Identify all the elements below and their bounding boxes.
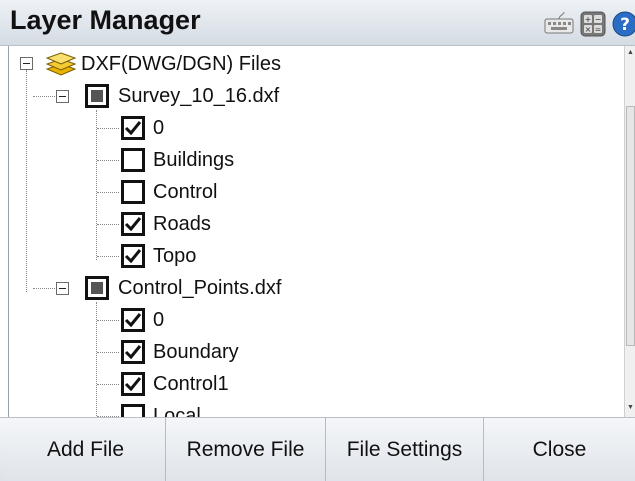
layer-checkbox-checked[interactable] — [121, 372, 145, 396]
layer-label: Local — [153, 405, 201, 417]
tree-connector — [97, 128, 119, 129]
layer-checkbox-checked[interactable] — [121, 212, 145, 236]
collapse-icon[interactable] — [20, 57, 33, 70]
layer-checkbox-unchecked[interactable] — [121, 148, 145, 172]
collapse-icon[interactable] — [56, 282, 69, 295]
svg-text:=: = — [595, 25, 602, 34]
scroll-down-icon[interactable]: ▼ — [627, 404, 634, 412]
file-label: Survey_10_16.dxf — [118, 85, 280, 107]
help-icon[interactable]: ? — [612, 11, 635, 42]
tree-connector — [97, 160, 119, 161]
scroll-thumb[interactable] — [626, 106, 635, 346]
tree-connector — [26, 70, 27, 292]
title-bar: Layer Manager + − × = ? — [0, 0, 635, 46]
tree-connector — [97, 192, 119, 193]
file-label: Control_Points.dxf — [118, 277, 282, 299]
layer-label: Buildings — [153, 149, 235, 171]
remove-file-button[interactable]: Remove File — [166, 418, 326, 481]
layers-icon — [45, 50, 77, 83]
layer-checkbox-checked[interactable] — [121, 244, 145, 268]
layer-label: 0 — [153, 309, 165, 331]
file-checkbox[interactable] — [85, 276, 109, 300]
tree-root-label: DXF(DWG/DGN) Files — [81, 53, 281, 75]
svg-text:+: + — [585, 15, 592, 24]
layer-label: Control — [153, 181, 218, 203]
add-file-button[interactable]: Add File — [6, 418, 166, 481]
calculator-icon[interactable]: + − × = — [580, 11, 606, 42]
layer-label: Roads — [153, 213, 211, 235]
layer-label: Control1 — [153, 373, 229, 395]
close-button[interactable]: Close — [484, 418, 635, 481]
collapse-icon[interactable] — [56, 90, 69, 103]
tree-connector — [97, 352, 119, 353]
layer-label: Boundary — [153, 341, 239, 363]
scroll-up-icon[interactable]: ▲ — [627, 49, 634, 57]
keyboard-icon[interactable] — [544, 11, 574, 40]
file-checkbox[interactable] — [85, 84, 109, 108]
layer-checkbox-checked[interactable] — [121, 308, 145, 332]
svg-text:×: × — [585, 25, 592, 34]
svg-text:?: ? — [620, 15, 630, 35]
layer-checkbox-unchecked[interactable] — [121, 180, 145, 204]
file-settings-button[interactable]: File Settings — [326, 418, 484, 481]
tree-connector — [97, 320, 119, 321]
tree-connector — [33, 96, 57, 97]
layer-checkbox-unchecked[interactable] — [121, 404, 145, 417]
layer-checkbox-checked[interactable] — [121, 116, 145, 140]
layer-tree[interactable]: DXF(DWG/DGN) Files Survey_10_16.dxf 0 Bu… — [8, 46, 635, 417]
tree-connector — [97, 256, 119, 257]
layer-label: 0 — [153, 117, 165, 139]
button-bar: Add File Remove File File Settings Close — [0, 417, 635, 481]
tree-connector — [97, 224, 119, 225]
tree-connector — [96, 110, 97, 260]
tree-connector — [97, 384, 119, 385]
svg-text:−: − — [595, 15, 602, 24]
tree-connector — [33, 288, 57, 289]
vertical-scrollbar[interactable]: ▲ ▼ — [624, 46, 635, 417]
layer-label: Topo — [153, 245, 197, 267]
window-title: Layer Manager — [10, 5, 201, 35]
layer-checkbox-checked[interactable] — [121, 340, 145, 364]
